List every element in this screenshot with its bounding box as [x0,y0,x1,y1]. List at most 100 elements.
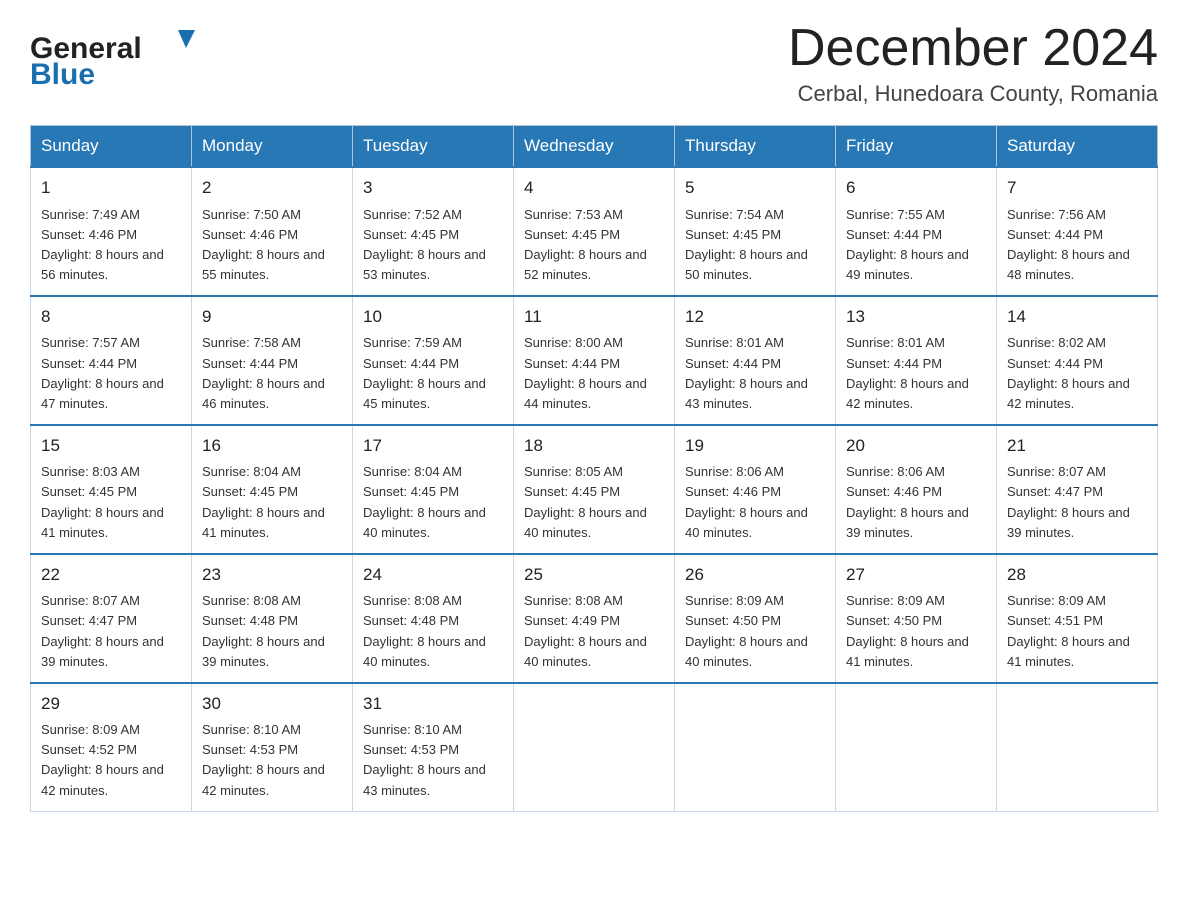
calendar-cell: 2 Sunrise: 7:50 AMSunset: 4:46 PMDaylight… [192,167,353,296]
calendar-cell: 26 Sunrise: 8:09 AMSunset: 4:50 PMDayligh… [675,554,836,683]
calendar-cell: 24 Sunrise: 8:08 AMSunset: 4:48 PMDayligh… [353,554,514,683]
day-number: 4 [524,175,664,201]
calendar-cell: 13 Sunrise: 8:01 AMSunset: 4:44 PMDayligh… [836,296,997,425]
day-number: 28 [1007,562,1147,588]
day-info: Sunrise: 8:06 AMSunset: 4:46 PMDaylight:… [685,462,825,543]
day-number: 3 [363,175,503,201]
day-number: 17 [363,433,503,459]
day-info: Sunrise: 8:09 AMSunset: 4:52 PMDaylight:… [41,720,181,801]
day-number: 11 [524,304,664,330]
day-number: 30 [202,691,342,717]
day-number: 18 [524,433,664,459]
calendar-cell: 9 Sunrise: 7:58 AMSunset: 4:44 PMDaylight… [192,296,353,425]
calendar-cell: 12 Sunrise: 8:01 AMSunset: 4:44 PMDayligh… [675,296,836,425]
day-number: 7 [1007,175,1147,201]
month-title: December 2024 [788,20,1158,77]
calendar-cell: 3 Sunrise: 7:52 AMSunset: 4:45 PMDaylight… [353,167,514,296]
day-info: Sunrise: 7:52 AMSunset: 4:45 PMDaylight:… [363,205,503,286]
day-number: 29 [41,691,181,717]
day-number: 22 [41,562,181,588]
day-number: 8 [41,304,181,330]
day-info: Sunrise: 8:08 AMSunset: 4:48 PMDaylight:… [363,591,503,672]
weekday-header-monday: Monday [192,126,353,168]
weekday-header-wednesday: Wednesday [514,126,675,168]
day-number: 19 [685,433,825,459]
calendar-cell: 19 Sunrise: 8:06 AMSunset: 4:46 PMDayligh… [675,425,836,554]
day-number: 9 [202,304,342,330]
title-area: December 2024 Cerbal, Hunedoara County, … [788,20,1158,107]
day-info: Sunrise: 7:56 AMSunset: 4:44 PMDaylight:… [1007,205,1147,286]
day-number: 20 [846,433,986,459]
day-info: Sunrise: 7:57 AMSunset: 4:44 PMDaylight:… [41,333,181,414]
calendar-cell: 14 Sunrise: 8:02 AMSunset: 4:44 PMDayligh… [997,296,1158,425]
day-number: 26 [685,562,825,588]
calendar-cell: 11Sunrise: 8:00 AMSunset: 4:44 PMDayligh… [514,296,675,425]
day-number: 21 [1007,433,1147,459]
calendar-cell: 30 Sunrise: 8:10 AMSunset: 4:53 PMDayligh… [192,683,353,811]
day-info: Sunrise: 8:09 AMSunset: 4:50 PMDaylight:… [846,591,986,672]
day-info: Sunrise: 8:10 AMSunset: 4:53 PMDaylight:… [363,720,503,801]
day-info: Sunrise: 8:03 AMSunset: 4:45 PMDaylight:… [41,462,181,543]
day-info: Sunrise: 8:01 AMSunset: 4:44 PMDaylight:… [846,333,986,414]
day-number: 14 [1007,304,1147,330]
weekday-header-row: SundayMondayTuesdayWednesdayThursdayFrid… [31,126,1158,168]
calendar-cell: 25Sunrise: 8:08 AMSunset: 4:49 PMDayligh… [514,554,675,683]
calendar-cell: 29 Sunrise: 8:09 AMSunset: 4:52 PMDayligh… [31,683,192,811]
calendar-cell: 7 Sunrise: 7:56 AMSunset: 4:44 PMDaylight… [997,167,1158,296]
week-row-2: 8 Sunrise: 7:57 AMSunset: 4:44 PMDaylight… [31,296,1158,425]
weekday-header-sunday: Sunday [31,126,192,168]
day-number: 2 [202,175,342,201]
day-info: Sunrise: 7:49 AMSunset: 4:46 PMDaylight:… [41,205,181,286]
day-number: 16 [202,433,342,459]
day-number: 25 [524,562,664,588]
day-info: Sunrise: 7:58 AMSunset: 4:44 PMDaylight:… [202,333,342,414]
day-info: Sunrise: 8:09 AMSunset: 4:51 PMDaylight:… [1007,591,1147,672]
day-info: Sunrise: 8:05 AMSunset: 4:45 PMDaylight:… [524,462,664,543]
day-number: 10 [363,304,503,330]
calendar-cell: 1 Sunrise: 7:49 AMSunset: 4:46 PMDaylight… [31,167,192,296]
weekday-header-friday: Friday [836,126,997,168]
day-info: Sunrise: 8:10 AMSunset: 4:53 PMDaylight:… [202,720,342,801]
day-info: Sunrise: 7:53 AMSunset: 4:45 PMDaylight:… [524,205,664,286]
day-info: Sunrise: 7:59 AMSunset: 4:44 PMDaylight:… [363,333,503,414]
day-number: 1 [41,175,181,201]
day-info: Sunrise: 8:04 AMSunset: 4:45 PMDaylight:… [363,462,503,543]
calendar-cell: 6Sunrise: 7:55 AMSunset: 4:44 PMDaylight… [836,167,997,296]
day-info: Sunrise: 8:04 AMSunset: 4:45 PMDaylight:… [202,462,342,543]
calendar-cell [514,683,675,811]
calendar-cell: 4 Sunrise: 7:53 AMSunset: 4:45 PMDaylight… [514,167,675,296]
day-number: 23 [202,562,342,588]
weekday-header-saturday: Saturday [997,126,1158,168]
day-info: Sunrise: 8:09 AMSunset: 4:50 PMDaylight:… [685,591,825,672]
calendar-cell: 31 Sunrise: 8:10 AMSunset: 4:53 PMDayligh… [353,683,514,811]
location-title: Cerbal, Hunedoara County, Romania [788,81,1158,107]
day-info: Sunrise: 7:50 AMSunset: 4:46 PMDaylight:… [202,205,342,286]
page-header: General Blue December 2024 Cerbal, Huned… [30,20,1158,107]
svg-text:Blue: Blue [30,58,95,90]
weekday-header-thursday: Thursday [675,126,836,168]
calendar-cell: 28 Sunrise: 8:09 AMSunset: 4:51 PMDayligh… [997,554,1158,683]
day-info: Sunrise: 8:02 AMSunset: 4:44 PMDaylight:… [1007,333,1147,414]
day-number: 31 [363,691,503,717]
logo: General Blue [30,20,210,95]
day-number: 15 [41,433,181,459]
day-info: Sunrise: 8:01 AMSunset: 4:44 PMDaylight:… [685,333,825,414]
day-info: Sunrise: 7:54 AMSunset: 4:45 PMDaylight:… [685,205,825,286]
week-row-4: 22 Sunrise: 8:07 AMSunset: 4:47 PMDayligh… [31,554,1158,683]
day-info: Sunrise: 8:06 AMSunset: 4:46 PMDaylight:… [846,462,986,543]
calendar-cell: 18 Sunrise: 8:05 AMSunset: 4:45 PMDayligh… [514,425,675,554]
calendar-cell: 21 Sunrise: 8:07 AMSunset: 4:47 PMDayligh… [997,425,1158,554]
calendar-cell: 20 Sunrise: 8:06 AMSunset: 4:46 PMDayligh… [836,425,997,554]
day-number: 13 [846,304,986,330]
calendar-cell: 10 Sunrise: 7:59 AMSunset: 4:44 PMDayligh… [353,296,514,425]
day-info: Sunrise: 8:07 AMSunset: 4:47 PMDaylight:… [41,591,181,672]
calendar-cell [997,683,1158,811]
day-info: Sunrise: 7:55 AMSunset: 4:44 PMDaylight:… [846,205,986,286]
week-row-3: 15 Sunrise: 8:03 AMSunset: 4:45 PMDayligh… [31,425,1158,554]
day-number: 12 [685,304,825,330]
calendar-cell: 8 Sunrise: 7:57 AMSunset: 4:44 PMDaylight… [31,296,192,425]
day-info: Sunrise: 8:07 AMSunset: 4:47 PMDaylight:… [1007,462,1147,543]
week-row-5: 29 Sunrise: 8:09 AMSunset: 4:52 PMDayligh… [31,683,1158,811]
day-number: 27 [846,562,986,588]
day-number: 24 [363,562,503,588]
